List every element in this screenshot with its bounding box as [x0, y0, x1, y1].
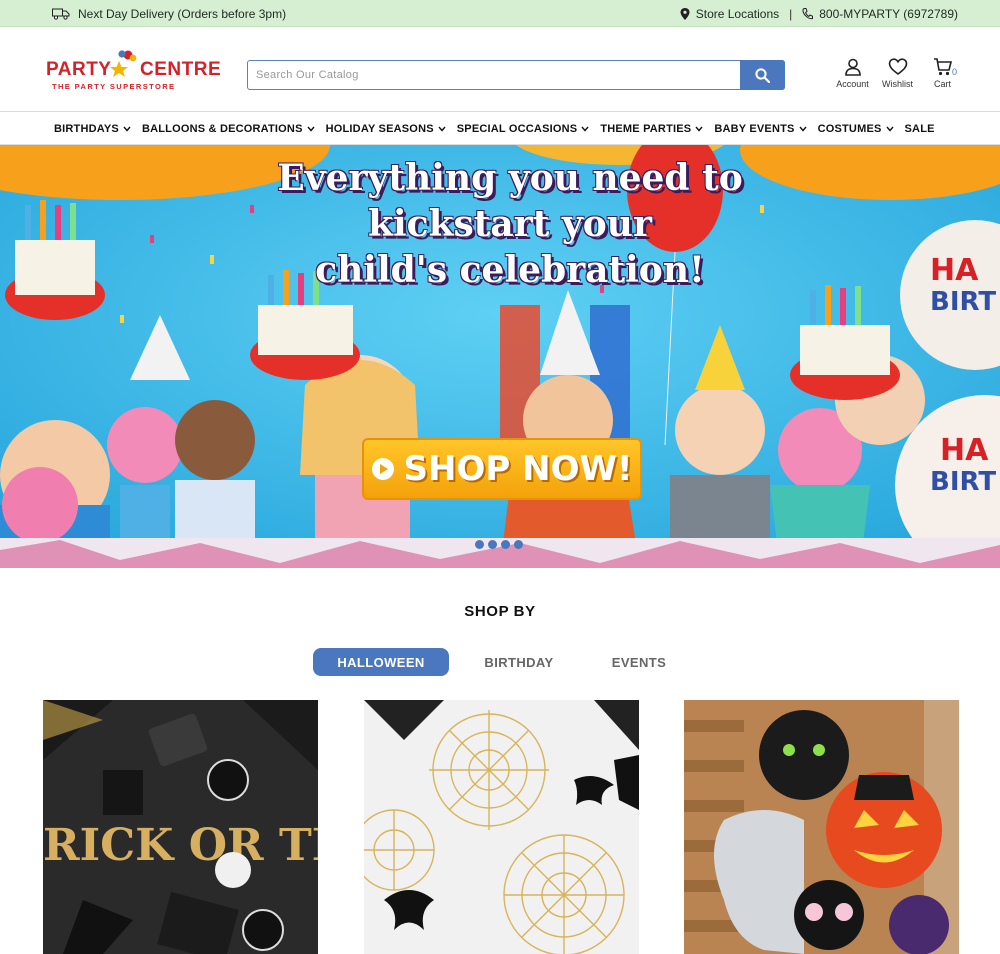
nav-item-sale[interactable]: SALE: [905, 123, 935, 135]
logo-word-party: PARTY: [46, 59, 112, 80]
category-card[interactable]: RICK OR TRE: [43, 700, 318, 954]
hero-headline-line-2: kickstart your: [368, 203, 652, 245]
nav-item-baby-events[interactable]: BABY EVENTS: [714, 123, 807, 135]
main-navigation: BIRTHDAYS BALLOONS & DECORATIONS HOLIDAY…: [0, 113, 1000, 145]
nav-item-special-occasions[interactable]: SPECIAL OCCASIONS: [457, 123, 590, 135]
play-icon: [371, 458, 394, 480]
map-pin-icon: [680, 7, 690, 20]
nav-item-costumes[interactable]: COSTUMES: [818, 123, 894, 135]
nav-label: HOLIDAY SEASONS: [325, 123, 434, 135]
svg-text:HA: HA: [940, 433, 989, 468]
category-card[interactable]: [684, 700, 959, 954]
wishlist-label: Wishlist: [882, 79, 913, 89]
carousel-dot[interactable]: [514, 540, 523, 549]
wishlist-button[interactable]: Wishlist: [875, 57, 920, 89]
phone-icon: [802, 7, 814, 19]
trick-or-treat-decor-image: RICK OR TRE: [43, 700, 318, 954]
carousel-dots: [475, 540, 523, 549]
tab-halloween[interactable]: HALLOWEEN: [313, 648, 449, 676]
nav-item-theme-parties[interactable]: THEME PARTIES: [600, 123, 703, 135]
nav-label: THEME PARTIES: [600, 123, 692, 135]
search-button[interactable]: [740, 60, 785, 90]
hero-headline: Everything you need to kickstart your ch…: [200, 155, 820, 293]
carousel-dot[interactable]: [475, 540, 484, 549]
svg-text:HA: HA: [930, 253, 979, 288]
nav-label: SALE: [904, 123, 935, 135]
shop-now-button[interactable]: SHOP NOW!: [362, 438, 642, 500]
party-centre-logo[interactable]: PARTY CENTRE THE PARTY SUPERSTORE: [46, 47, 221, 95]
svg-text:BIRT: BIRT: [930, 467, 996, 497]
truck-icon: [52, 8, 70, 20]
chevron-down-icon: [885, 126, 894, 132]
delivery-text: Next Day Delivery (Orders before 3pm): [78, 6, 287, 21]
account-button[interactable]: Account: [830, 57, 875, 89]
category-card[interactable]: [364, 700, 639, 954]
user-icon: [844, 58, 861, 76]
spider-web-napkins-image: [364, 700, 639, 954]
logo-word-centre: CENTRE: [140, 59, 222, 80]
balloons-star-icon: [110, 50, 137, 77]
chevron-down-icon: [307, 126, 315, 132]
chevron-down-icon: [799, 126, 807, 132]
heart-icon: [888, 58, 907, 76]
site-header: PARTY CENTRE THE PARTY SUPERSTORE Accoun…: [0, 27, 1000, 112]
nav-item-holiday-seasons[interactable]: HOLIDAY SEASONS: [326, 123, 446, 135]
nav-label: BIRTHDAYS: [54, 123, 119, 135]
store-locations-link[interactable]: Store Locations: [696, 7, 779, 21]
category-cards: RICK OR TRE: [0, 700, 1000, 954]
svg-text:BIRT: BIRT: [930, 287, 996, 317]
nav-label: BALLOONS & DECORATIONS: [141, 123, 303, 135]
cart-label: Cart: [933, 79, 951, 89]
shop-by-tabs: HALLOWEEN BIRTHDAY EVENTS: [313, 648, 689, 676]
shop-now-label: SHOP NOW!: [403, 449, 633, 489]
chevron-down-icon: [438, 126, 446, 132]
tab-events[interactable]: EVENTS: [589, 648, 689, 676]
chevron-down-icon: [581, 126, 589, 132]
search-bar: [247, 60, 785, 90]
carousel-dot[interactable]: [501, 540, 510, 549]
logo-tagline: THE PARTY SUPERSTORE: [52, 82, 176, 91]
nav-item-birthdays[interactable]: BIRTHDAYS: [54, 123, 131, 135]
cart-icon: [933, 58, 952, 76]
phone-link[interactable]: 800-MYPARTY (6972789): [819, 7, 958, 21]
search-input[interactable]: [248, 61, 740, 89]
carousel-dot[interactable]: [488, 540, 497, 549]
hero-headline-line-1: Everything you need to: [277, 157, 743, 199]
halloween-balloons-image: [684, 700, 959, 954]
account-label: Account: [836, 79, 869, 89]
hero-banner[interactable]: HA BIRT HA BIRT Everything you need to k…: [0, 145, 1000, 568]
nav-item-balloons-decorations[interactable]: BALLOONS & DECORATIONS: [142, 123, 315, 135]
cart-button[interactable]: 0 Cart: [920, 57, 965, 89]
top-bar: Next Day Delivery (Orders before 3pm) St…: [0, 0, 1000, 27]
tab-birthday[interactable]: BIRTHDAY: [449, 648, 589, 676]
nav-label: COSTUMES: [817, 123, 882, 135]
nav-label: SPECIAL OCCASIONS: [456, 123, 578, 135]
search-icon: [755, 67, 770, 83]
cart-count-badge: 0: [952, 67, 958, 77]
chevron-down-icon: [123, 126, 131, 132]
svg-text:RICK OR TRE: RICK OR TRE: [43, 820, 318, 871]
hero-headline-line-3: child's celebration!: [315, 249, 705, 291]
separator: |: [789, 6, 793, 21]
delivery-notice: Next Day Delivery (Orders before 3pm): [52, 0, 286, 27]
shop-by-heading: SHOP BY: [464, 603, 536, 620]
nav-label: BABY EVENTS: [714, 123, 795, 135]
chevron-down-icon: [695, 126, 703, 132]
